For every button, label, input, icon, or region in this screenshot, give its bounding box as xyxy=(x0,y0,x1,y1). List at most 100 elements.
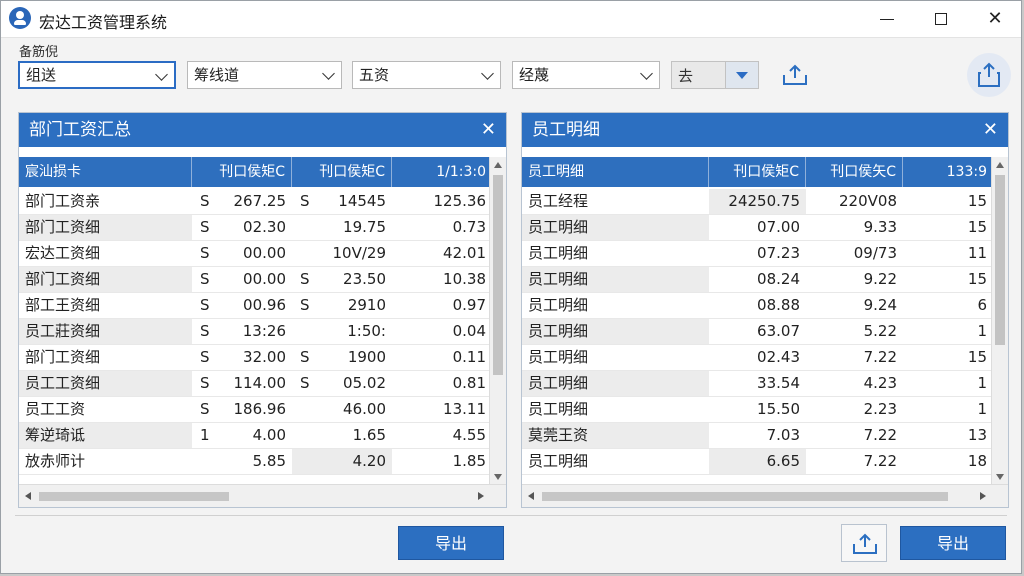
table-row[interactable]: 员工明细 07.00 9.33 15 xyxy=(522,215,992,241)
scroll-thumb[interactable] xyxy=(39,492,229,501)
small-combo-value: 去 xyxy=(678,67,694,85)
horizontal-scrollbar[interactable] xyxy=(522,484,1008,507)
export-detail-button[interactable]: 导出 xyxy=(900,526,1006,560)
table-row[interactable]: 宏达工资细 S 00.00 10V/29 42.01 xyxy=(19,241,490,267)
table-row[interactable]: 员工明细 63.07 5.22 1 xyxy=(522,319,992,345)
column-header[interactable]: 1/1:3:0 xyxy=(392,157,490,187)
table-cell: 员工明细 xyxy=(528,400,589,418)
table-row[interactable]: 筹逆琦诋 1 4.00 1.65 4.55 xyxy=(19,423,490,449)
upload-tray-icon[interactable] xyxy=(782,63,808,87)
filter-select-4[interactable]: 经蔑 xyxy=(512,61,660,89)
scroll-left-icon[interactable] xyxy=(25,492,31,500)
table-cell: 6.65 xyxy=(709,449,806,474)
scroll-thumb[interactable] xyxy=(542,492,948,501)
cell-value: 4.20 xyxy=(352,452,386,470)
table-row[interactable]: 部门工资细 S 00.00 S 23.50 10.38 xyxy=(19,267,490,293)
upload-tray-icon xyxy=(853,533,877,554)
vertical-scrollbar[interactable] xyxy=(991,157,1008,485)
table-cell: S 186.96 xyxy=(192,397,292,422)
table-row[interactable]: 部门工资细 S 02.30 19.75 0.73 xyxy=(19,215,490,241)
table-cell: 1 xyxy=(977,400,987,418)
cell-value: 2910 xyxy=(347,296,386,314)
table-cell: 员工工资 xyxy=(25,400,86,418)
table-row[interactable]: 放赤师计 5.85 4.20 1.85 xyxy=(19,449,490,475)
table-cell: S 23.50 xyxy=(292,267,392,292)
table-header: 宸汕损卡 刊口侯矩C 刊口侯矩C 1/1:3:0 xyxy=(19,157,490,187)
scroll-down-icon[interactable] xyxy=(996,474,1004,480)
table-cell: 4.55 xyxy=(452,426,486,444)
cell-value: 13:26 xyxy=(242,322,286,340)
currency-symbol: S xyxy=(200,374,210,392)
table-cell: 部门工资细 xyxy=(25,348,101,366)
table-cell: 宏达工资细 xyxy=(25,244,101,262)
column-header[interactable]: 刊口侯矩C xyxy=(192,157,292,187)
table-row[interactable]: 员工明细 15.50 2.23 1 xyxy=(522,397,992,423)
minimize-button[interactable] xyxy=(861,1,913,37)
title-bar: 宏达工资管理系统 ✕ xyxy=(1,1,1021,38)
table-cell: 筹逆琦诋 xyxy=(19,423,192,448)
table-row[interactable]: 部门工资细 S 32.00 S 1900 0.11 xyxy=(19,345,490,371)
table-row[interactable]: 员工明细 07.23 09/73 11 xyxy=(522,241,992,267)
table-cell: 09/73 xyxy=(853,244,897,262)
table-cell: 10.38 xyxy=(443,270,486,288)
table-row[interactable]: 员工工资 S 186.96 46.00 13.11 xyxy=(19,397,490,423)
scroll-down-icon[interactable] xyxy=(494,474,502,480)
close-icon[interactable]: ✕ xyxy=(481,113,496,147)
table-cell: S 00.00 xyxy=(192,267,292,292)
table-row[interactable]: 员工明细 33.54 4.23 1 xyxy=(522,371,992,397)
column-header[interactable]: 刊口侯矢C xyxy=(806,157,903,187)
table-row[interactable]: 莫莞王资 7.03 7.22 13 xyxy=(522,423,992,449)
dropdown-arrow-icon[interactable] xyxy=(725,62,758,88)
table-cell: 0.04 xyxy=(452,322,486,340)
horizontal-scrollbar[interactable] xyxy=(19,484,506,507)
close-icon[interactable]: ✕ xyxy=(983,113,998,147)
filter-select-2-value: 筹线道 xyxy=(194,66,240,84)
column-header[interactable]: 133:9 xyxy=(903,157,992,187)
export-summary-button[interactable]: 导出 xyxy=(398,526,504,560)
scroll-up-icon[interactable] xyxy=(996,162,1004,168)
scroll-right-icon[interactable] xyxy=(478,492,484,500)
column-header[interactable]: 员工明细 xyxy=(522,157,709,187)
filter-select-1[interactable]: 组送 xyxy=(18,61,176,89)
filter-select-2[interactable]: 筹线道 xyxy=(187,61,342,89)
scroll-thumb[interactable] xyxy=(493,175,503,375)
app-logo-icon xyxy=(9,7,31,29)
cell-value: 05.02 xyxy=(343,374,386,392)
upload-button[interactable] xyxy=(841,524,887,562)
currency-symbol: S xyxy=(200,322,210,340)
table-row[interactable]: 员工明细 02.43 7.22 15 xyxy=(522,345,992,371)
column-header[interactable]: 刊口侯矩C xyxy=(709,157,806,187)
scroll-thumb[interactable] xyxy=(995,175,1005,345)
maximize-button[interactable] xyxy=(915,1,967,37)
table-cell: 1:50: xyxy=(292,319,392,344)
vertical-scrollbar[interactable] xyxy=(489,157,506,485)
close-window-button[interactable]: ✕ xyxy=(969,1,1021,37)
scroll-left-icon[interactable] xyxy=(528,492,534,500)
table-row[interactable]: 员工明细 08.24 9.22 15 xyxy=(522,267,992,293)
scroll-up-icon[interactable] xyxy=(494,162,502,168)
table-row[interactable]: 部门工资亲 S 267.25 S 14545 125.36 xyxy=(19,189,490,215)
table-row[interactable]: 员工明细 08.88 9.24 6 xyxy=(522,293,992,319)
chevron-down-icon xyxy=(322,67,335,80)
table-row[interactable]: 员工工资细 S 114.00 S 05.02 0.81 xyxy=(19,371,490,397)
table-cell: S 114.00 xyxy=(192,371,292,396)
table-cell: 0.73 xyxy=(452,218,486,236)
maximize-icon xyxy=(935,13,947,25)
column-header[interactable]: 刊口侯矩C xyxy=(292,157,392,187)
table-row[interactable]: 员工经程 24250.75 220V08 15 xyxy=(522,189,992,215)
table-cell: S 14545 xyxy=(292,189,392,214)
scroll-right-icon[interactable] xyxy=(980,492,986,500)
table-cell: 4.23 xyxy=(863,374,897,392)
currency-symbol: S xyxy=(300,348,310,366)
filter-select-3[interactable]: 五资 xyxy=(352,61,501,89)
small-combo[interactable]: 去 xyxy=(671,61,759,89)
table-row[interactable]: 部工王资细 S 00.96 S 2910 0.97 xyxy=(19,293,490,319)
table-cell: 7.22 xyxy=(863,348,897,366)
column-header[interactable]: 宸汕损卡 xyxy=(19,157,192,187)
table-cell: 15 xyxy=(967,192,987,210)
table-cell: 7.03 xyxy=(766,426,800,444)
table-row[interactable]: 员工莊资细 S 13:26 1:50: 0.04 xyxy=(19,319,490,345)
table-cell: 9.24 xyxy=(863,296,897,314)
table-row[interactable]: 员工明细 6.65 7.22 18 xyxy=(522,449,992,475)
share-button[interactable] xyxy=(967,53,1011,97)
